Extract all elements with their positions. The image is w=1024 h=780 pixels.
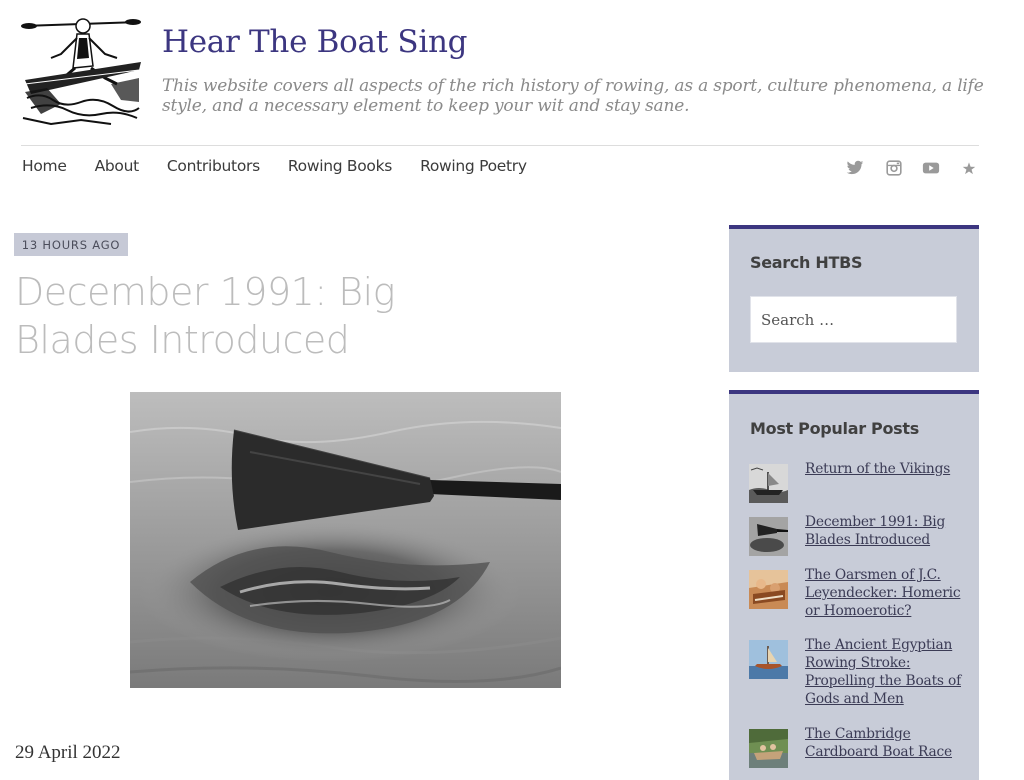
egyptian-boat-thumb[interactable] bbox=[749, 640, 788, 679]
site-logo[interactable] bbox=[21, 14, 141, 125]
instagram-icon[interactable] bbox=[885, 160, 903, 176]
most-popular-widget: Most Popular Posts Return of the Vikings… bbox=[729, 390, 979, 780]
cardboard-boat-thumb[interactable] bbox=[749, 729, 788, 768]
nav-item-about[interactable]: About bbox=[95, 157, 140, 179]
nav-item-rowing-books[interactable]: Rowing Books bbox=[288, 157, 392, 179]
post-time-badge: 13 HOURS AGO bbox=[14, 233, 128, 256]
viking-ship-thumb[interactable] bbox=[749, 464, 788, 503]
search-widget: Search HTBS bbox=[729, 225, 979, 372]
main-nav: Home About Contributors Rowing Books Row… bbox=[22, 157, 527, 179]
nav-item-contributors[interactable]: Contributors bbox=[167, 157, 260, 179]
nav-item-rowing-poetry[interactable]: Rowing Poetry bbox=[420, 157, 527, 179]
popular-post-link[interactable]: The Oarsmen of J.C. Leyendecker: Homeric… bbox=[805, 566, 965, 620]
post-title-line-2[interactable]: Blades Introduced bbox=[15, 316, 435, 364]
twitter-icon[interactable] bbox=[846, 160, 864, 176]
post-date: 29 April 2022 bbox=[15, 742, 121, 763]
search-input[interactable] bbox=[750, 296, 957, 343]
star-icon[interactable] bbox=[960, 160, 978, 176]
popular-post-link[interactable]: The Ancient Egyptian Rowing Stroke: Prop… bbox=[805, 636, 965, 708]
search-widget-title: Search HTBS bbox=[750, 253, 863, 272]
popular-post-link[interactable]: Return of the Vikings bbox=[805, 460, 965, 478]
post-title[interactable]: December 1991: Big Blades Introduced bbox=[15, 268, 435, 364]
youtube-icon[interactable] bbox=[922, 160, 940, 176]
site-description: This website covers all aspects of the r… bbox=[162, 76, 984, 116]
post-title-line-1[interactable]: December 1991: Big bbox=[15, 268, 435, 316]
most-popular-title: Most Popular Posts bbox=[750, 419, 919, 438]
popular-post-link[interactable]: The Cambridge Cardboard Boat Race bbox=[805, 725, 965, 761]
oar-blade-thumb[interactable] bbox=[749, 517, 788, 556]
site-title[interactable]: Hear The Boat Sing bbox=[162, 24, 467, 60]
oar-blade-in-water-photo bbox=[130, 392, 561, 688]
popular-post-link[interactable]: December 1991: Big Blades Introduced bbox=[805, 513, 965, 549]
nav-item-home[interactable]: Home bbox=[22, 157, 67, 179]
header-divider bbox=[21, 145, 979, 146]
painting-thumb[interactable] bbox=[749, 570, 788, 609]
